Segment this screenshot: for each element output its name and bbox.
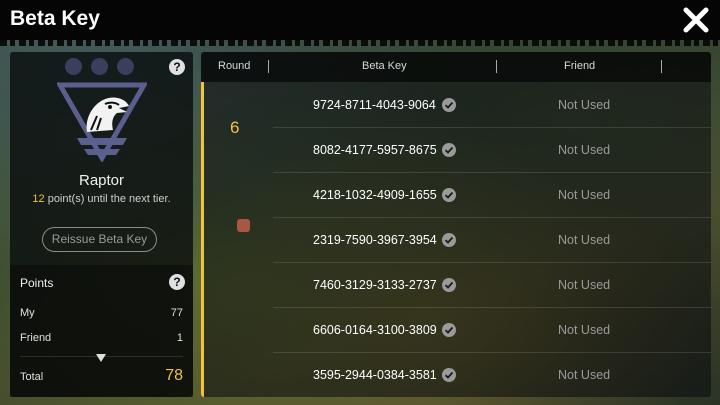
beta-key-code: 9724-8711-4043-9064	[313, 98, 436, 112]
check-circle-icon	[442, 323, 456, 337]
check-circle-icon	[442, 143, 456, 157]
check-circle-icon	[442, 98, 456, 112]
beta-key-code: 7460-3129-3133-2737	[313, 278, 437, 292]
column-separator	[661, 60, 662, 73]
my-points-label: My	[20, 307, 35, 319]
tier-dot	[91, 58, 108, 75]
beta-key-code: 6606-0164-3100-3809	[313, 323, 437, 337]
check-circle-icon	[442, 368, 456, 382]
friend-status: Not Used	[558, 278, 611, 292]
total-points-label: Total	[20, 371, 44, 383]
table-row: 9724-8711-4043-9064 Not Used	[273, 83, 711, 128]
tier-progress-text: 12 point(s) until the next tier.	[10, 193, 193, 205]
round-number: 6	[230, 118, 240, 137]
points-needed: 12	[32, 193, 45, 205]
column-header-friend: Friend	[564, 60, 596, 72]
reissue-beta-key-button[interactable]: Reissue Beta Key	[42, 227, 157, 252]
friend-status: Not Used	[558, 233, 611, 247]
tier-progress-suffix: point(s) until the next tier.	[44, 193, 171, 205]
friend-status: Not Used	[558, 143, 611, 157]
title-bar: Beta Key	[0, 0, 720, 46]
friend-status: Not Used	[558, 323, 611, 337]
points-header: Points	[20, 276, 54, 290]
close-icon	[683, 7, 709, 33]
beta-key-code: 8082-4177-5957-8675	[313, 143, 437, 157]
beta-key-code: 4218-1032-4909-1655	[313, 188, 437, 202]
beta-key-table: Round Beta Key Friend 6 9724-8711-4043-9…	[201, 52, 711, 397]
round-bar	[201, 82, 204, 397]
friend-status: Not Used	[558, 188, 611, 202]
window-title: Beta Key	[10, 7, 100, 30]
table-row: 4218-1032-4909-1655 Not Used	[273, 173, 711, 218]
round-marker	[237, 219, 250, 232]
close-button[interactable]	[682, 6, 710, 34]
tier-dot	[117, 58, 134, 75]
check-circle-icon	[442, 188, 456, 202]
check-circle-icon	[442, 278, 456, 292]
tier-name: Raptor	[78, 172, 125, 189]
friend-status: Not Used	[558, 98, 611, 112]
beta-key-code: 3595-2944-0384-3581	[313, 368, 437, 382]
column-separator	[496, 60, 497, 73]
column-header-round: Round	[218, 60, 251, 72]
table-row: 6606-0164-3100-3809 Not Used	[273, 308, 711, 353]
table-header: Round Beta Key Friend	[201, 52, 711, 82]
beta-key-code: 2319-7590-3967-3954	[313, 233, 437, 247]
tier-dots	[65, 58, 134, 75]
column-header-beta-key: Beta Key	[362, 60, 407, 72]
tier-panel: ? Raptor 12 point(s) until the next tier…	[10, 52, 193, 397]
friend-points-label: Friend	[20, 332, 52, 344]
friend-status: Not Used	[558, 368, 611, 382]
friend-points-value: 1	[176, 332, 183, 344]
table-row: 2319-7590-3967-3954 Not Used	[273, 218, 711, 263]
check-circle-icon	[442, 233, 456, 247]
table-row: 3595-2944-0384-3581 Not Used	[273, 353, 711, 397]
table-row: 8082-4177-5957-8675 Not Used	[273, 128, 711, 173]
table-row: 7460-3129-3133-2737 Not Used	[273, 263, 711, 308]
my-points-value: 77	[170, 307, 183, 319]
tier-dot	[65, 58, 82, 75]
raptor-emblem-icon	[57, 82, 147, 162]
points-help-icon[interactable]: ?	[169, 274, 185, 290]
help-icon[interactable]: ?	[169, 59, 185, 75]
column-separator	[268, 60, 269, 73]
points-summary: Points ? My 77 Friend 1 Total 78	[10, 265, 193, 397]
chevron-down-icon[interactable]	[95, 353, 107, 363]
total-points-value: 78	[165, 367, 183, 384]
